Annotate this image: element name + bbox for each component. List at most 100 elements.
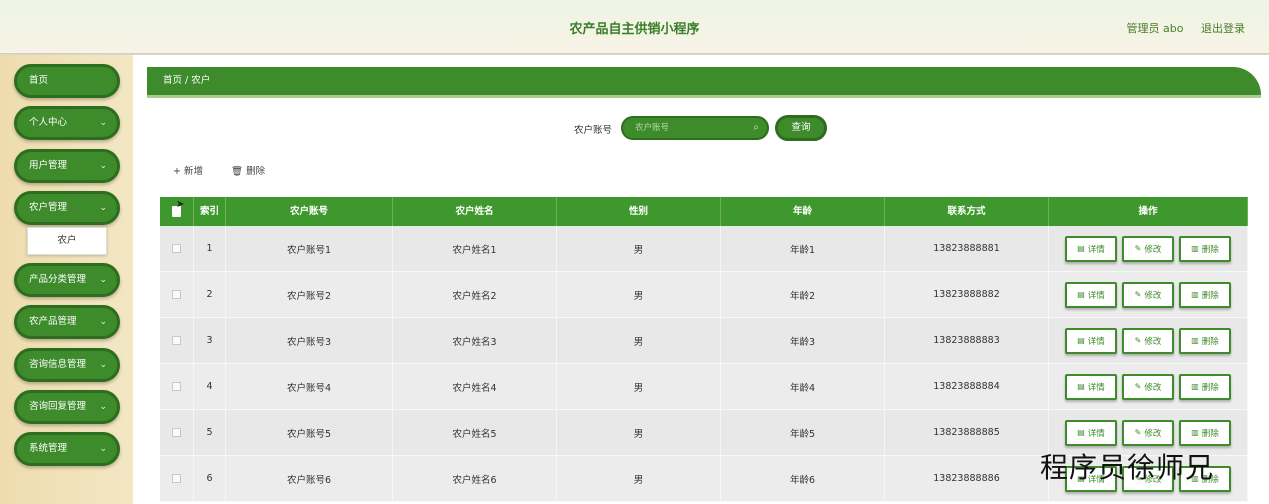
row-checkbox[interactable] [172, 474, 181, 483]
document-icon: ▤ [1077, 336, 1085, 345]
cell-index: 5 [194, 410, 226, 455]
table-row: 1 农户账号1 农户姓名1 男 年龄1 13823888881 ▤ 详情 ✎ 修改 … [160, 226, 1248, 272]
row-select-cell [160, 318, 194, 363]
detail-button[interactable]: ▤ 详情 [1065, 419, 1117, 446]
sidebar-item-farmers[interactable]: 农户管理 ⌄ [14, 191, 120, 225]
add-button[interactable]: + 新增 [173, 163, 203, 177]
sidebar-item-users[interactable]: 用户管理 ⌄ [14, 149, 120, 183]
sidebar-item-categories[interactable]: 产品分类管理 ⌄ [14, 263, 120, 297]
cell-age: 年龄3 [721, 318, 885, 363]
table-row: 4 农户账号4 农户姓名4 男 年龄4 13823888884 ▤ 详情 ✎ 修改 … [160, 364, 1248, 410]
delete-button[interactable]: ▥ 删除 [1179, 373, 1231, 400]
delete-button[interactable]: ▥ 删除 [1179, 235, 1231, 262]
column-header: 索引 [194, 197, 226, 226]
detail-button[interactable]: ▤ 详情 [1065, 327, 1117, 354]
cell-age: 年龄1 [721, 226, 885, 271]
sidebar-item-label: 个人中心 [29, 117, 68, 128]
edit-button[interactable]: ✎ 修改 [1122, 281, 1174, 308]
chevron-down-icon: ⌄ [99, 402, 107, 412]
search-button[interactable]: 查询 [775, 115, 827, 141]
edit-button[interactable]: ✎ 修改 [1122, 419, 1174, 446]
row-checkbox[interactable] [172, 428, 181, 437]
detail-button[interactable]: ▤ 详情 [1065, 373, 1117, 400]
document-icon: ▤ [1077, 428, 1085, 437]
sidebar-item-home[interactable]: 首页 [14, 64, 120, 98]
main-content: 首页 / 农户 农户账号 农户账号 ⌕ 查询 + 新增 🗑 删除 索引 农户账号… [133, 55, 1269, 504]
cell-phone: 13823888881 [885, 226, 1049, 271]
chevron-down-icon: ⌄ [99, 118, 107, 128]
sidebar-item-products[interactable]: 农产品管理 ⌄ [14, 305, 120, 339]
cell-phone: 13823888886 [885, 456, 1049, 501]
logout-link[interactable]: 退出登录 [1201, 22, 1245, 35]
cell-account: 农户账号4 [226, 364, 393, 409]
delete-button[interactable]: ▥ 删除 [1179, 419, 1231, 446]
cell-name: 农户姓名2 [393, 272, 557, 317]
user-name: 管理员 abo [1126, 22, 1184, 35]
cell-gender: 男 [557, 318, 721, 363]
search-icon: ⌕ [753, 122, 759, 133]
pencil-icon: ✎ [1134, 428, 1142, 437]
row-checkbox[interactable] [172, 290, 181, 299]
sidebar-item-system[interactable]: 系统管理 ⌄ [14, 432, 120, 466]
cell-account: 农户账号5 [226, 410, 393, 455]
edit-button[interactable]: ✎ 修改 [1122, 373, 1174, 400]
sidebar-item-label: 首页 [29, 75, 49, 86]
delete-label: 删除 [1201, 336, 1219, 347]
document-icon: ▤ [1077, 290, 1085, 299]
row-select-cell [160, 410, 194, 455]
column-header: 农户账号 [226, 197, 393, 226]
search-input[interactable]: 农户账号 ⌕ [621, 116, 769, 140]
chevron-down-icon: ⌄ [99, 317, 107, 327]
sidebar-item-inquiries[interactable]: 咨询信息管理 ⌄ [14, 348, 120, 382]
detail-label: 详情 [1087, 244, 1105, 255]
delete-button[interactable]: ▥ 删除 [1179, 281, 1231, 308]
cell-account: 农户账号1 [226, 226, 393, 271]
detail-button[interactable]: ▤ 详情 [1065, 281, 1117, 308]
detail-label: 详情 [1087, 428, 1105, 439]
edit-button[interactable]: ✎ 修改 [1122, 327, 1174, 354]
row-checkbox[interactable] [172, 382, 181, 391]
column-header: 联系方式 [885, 197, 1049, 226]
column-header: 农户姓名 [393, 197, 557, 226]
cell-index: 6 [194, 456, 226, 501]
row-select-cell [160, 456, 194, 501]
detail-button[interactable]: ▤ 详情 [1065, 235, 1117, 262]
cell-age: 年龄5 [721, 410, 885, 455]
cell-phone: 13823888885 [885, 410, 1049, 455]
delete-button[interactable]: ▥ 删除 [1179, 327, 1231, 354]
row-checkbox[interactable] [172, 336, 181, 345]
cell-age: 年龄6 [721, 456, 885, 501]
document-icon: ▤ [1077, 244, 1085, 253]
sidebar-item-label: 系统管理 [29, 443, 68, 454]
table-row: 2 农户账号2 农户姓名2 男 年龄2 13823888882 ▤ 详情 ✎ 修改 … [160, 272, 1248, 318]
cell-name: 农户姓名4 [393, 364, 557, 409]
chevron-down-icon: ⌄ [99, 444, 107, 454]
submenu-item-farmer[interactable]: 农户 [27, 227, 107, 255]
sidebar-item-label: 农户管理 [29, 202, 68, 213]
edit-button[interactable]: ✎ 修改 [1122, 235, 1174, 262]
trash-icon: ▥ [1191, 290, 1199, 299]
sidebar-item-profile[interactable]: 个人中心 ⌄ [14, 106, 120, 140]
breadcrumb: 首页 / 农户 [147, 67, 1261, 98]
delete-label: 删除 [1201, 382, 1219, 393]
detail-label: 详情 [1087, 336, 1105, 347]
trash-icon: ▥ [1191, 244, 1199, 253]
row-checkbox[interactable] [172, 244, 181, 253]
row-select-cell [160, 226, 194, 271]
sidebar-item-label: 咨询信息管理 [29, 359, 87, 370]
cell-age: 年龄4 [721, 364, 885, 409]
sidebar-item-label: 咨询回复管理 [29, 401, 87, 412]
cell-phone: 13823888882 [885, 272, 1049, 317]
cell-name: 农户姓名1 [393, 226, 557, 271]
sidebar-item-label: 产品分类管理 [29, 274, 87, 285]
bulk-delete-button[interactable]: 🗑 删除 [231, 163, 265, 177]
edit-label: 修改 [1144, 244, 1162, 255]
row-select-cell [160, 272, 194, 317]
cell-gender: 男 [557, 272, 721, 317]
search-label: 农户账号 [574, 125, 613, 136]
sidebar: 首页 个人中心 ⌄ 用户管理 ⌄ 农户管理 ⌄ 农户 产品分类管理 ⌄ 农产品管… [0, 55, 133, 504]
cell-name: 农户姓名6 [393, 456, 557, 501]
cell-gender: 男 [557, 410, 721, 455]
sidebar-item-replies[interactable]: 咨询回复管理 ⌄ [14, 390, 120, 424]
cell-actions: ▤ 详情 ✎ 修改 ▥ 删除 [1049, 272, 1248, 317]
